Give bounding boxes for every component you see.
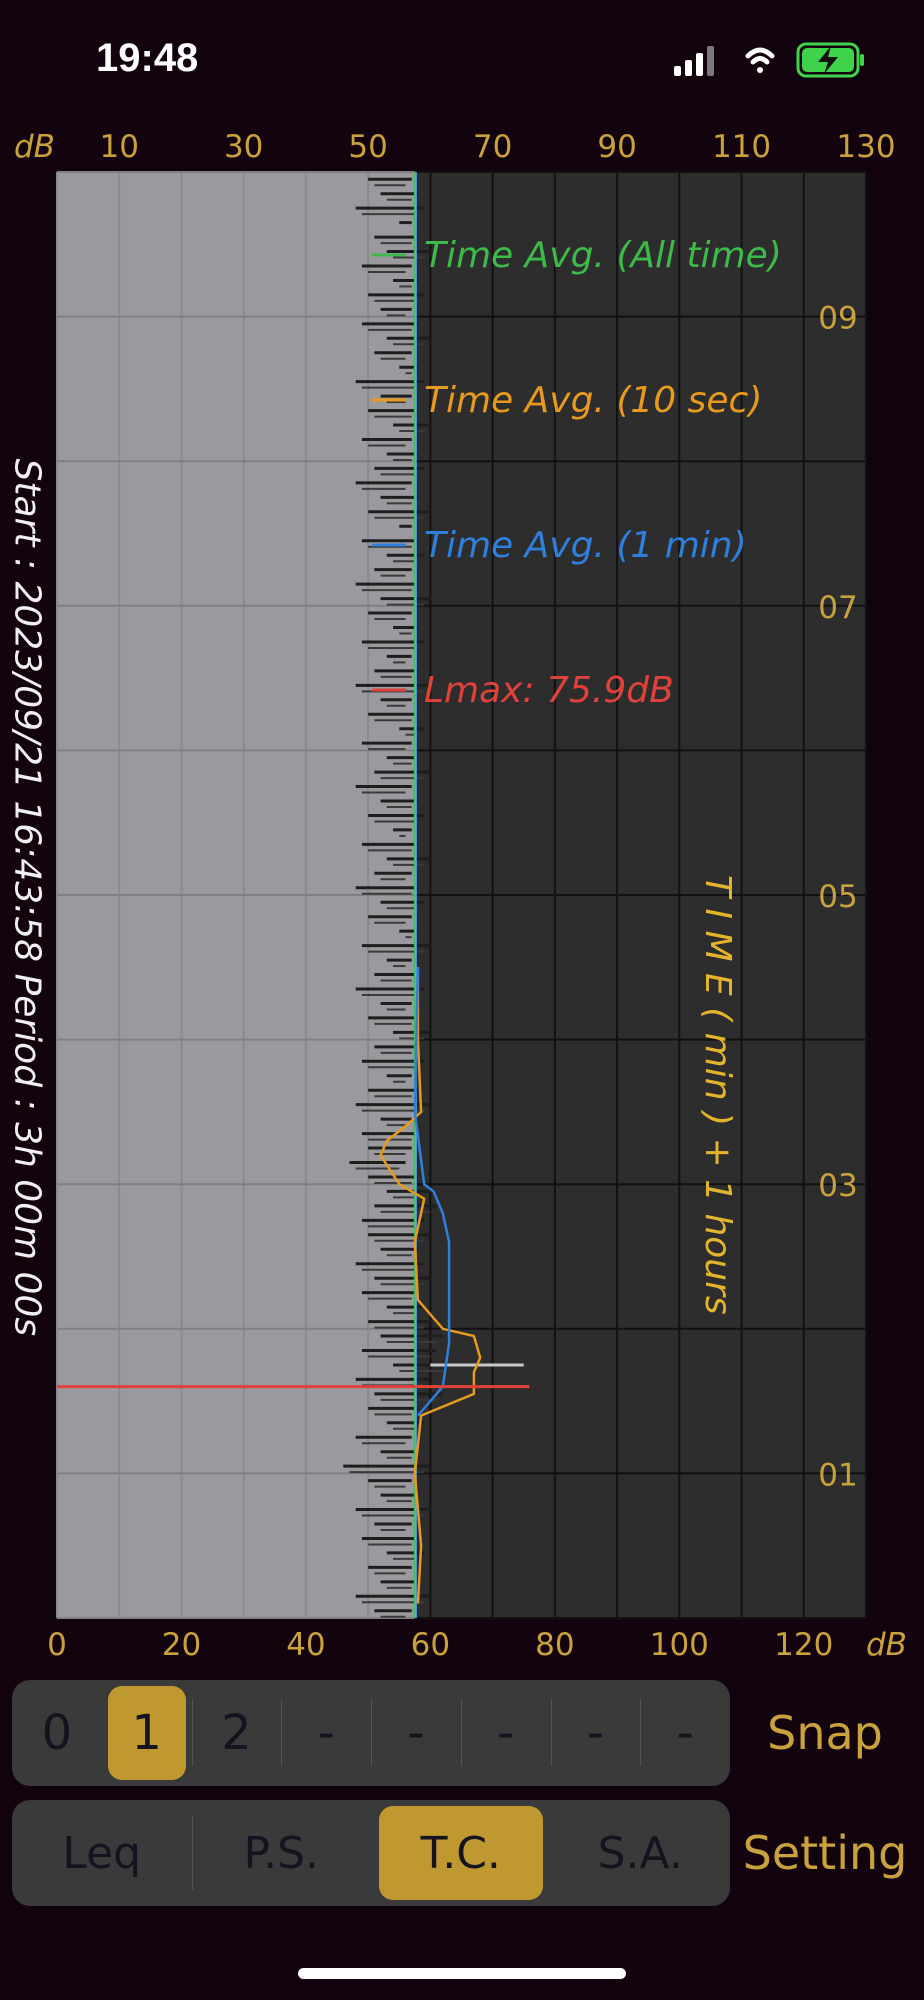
snap-button[interactable]: Snap [740,1680,910,1786]
channel-separator [371,1700,372,1766]
bottom-axis-tick-label: 60 [411,1627,450,1663]
time-axis-tick-label: 09 [818,301,857,337]
top-axis-tick-label: 10 [100,129,139,165]
channel-1[interactable]: 1 [107,1686,186,1780]
bottom-axis-tick-label: 20 [162,1627,201,1663]
top-axis-tick-label: 90 [597,129,636,165]
bottom-axis-tick-label: 0 [47,1627,67,1663]
channel-3[interactable]: - [281,1680,371,1786]
time-axis-tick-label: 07 [818,590,857,626]
time-axis-title: T I M E ( min ) + 1 hours [697,875,738,1315]
top-axis-tick-label: 110 [712,129,771,165]
time-axis-tick-label: 03 [818,1168,857,1204]
channel-5[interactable]: - [461,1680,551,1786]
top-axis-tick-label: 50 [348,129,387,165]
bottom-axis-tick-label: 80 [535,1627,574,1663]
top-axis-tick-label: 30 [224,129,263,165]
channel-0[interactable]: 0 [12,1680,102,1786]
bottom-axis-tick-label: 40 [286,1627,325,1663]
channel-4[interactable]: - [371,1680,461,1786]
channel-separator [550,1700,552,1766]
top-axis-unit: dB [14,129,55,165]
top-axis-tick-label: 130 [836,129,895,165]
home-indicator [298,1968,626,1979]
time-chart[interactable]: Time Avg. (All time) Time Avg. (10 sec) Ti… [0,0,924,1670]
bottom-axis: dB 0 20 40 60 80 100 120 [47,1627,907,1663]
legend-label: Time Avg. (1 min) [424,525,747,566]
mode-tab-0[interactable]: Leq [12,1800,192,1906]
legend-label: Time Avg. (10 sec) [424,380,762,421]
channel-2[interactable]: 2 [192,1680,282,1786]
bottom-axis-tick-label: 100 [650,1627,709,1663]
channel-separator [191,1700,193,1766]
mode-tabs[interactable]: Leq P.S. T.C. S.A. [12,1800,730,1906]
bottom-axis-unit: dB [866,1627,907,1663]
mode-tab-2[interactable]: T.C. [379,1806,543,1900]
legend-label: Lmax: 75.9dB [424,670,674,711]
setting-button[interactable]: Setting [740,1800,910,1906]
channel-separator [460,1700,462,1766]
top-axis-tick-label: 70 [473,129,512,165]
time-axis-tick-label: 05 [818,879,857,915]
mode-tab-3[interactable]: S.A. [551,1800,731,1906]
channel-7[interactable]: - [640,1680,730,1786]
top-axis: dB 10 30 50 70 90 110 130 [14,129,896,165]
channel-6[interactable]: - [551,1680,641,1786]
bottom-axis-tick-label: 120 [774,1627,833,1663]
mode-tab-1[interactable]: P.S. [192,1800,372,1906]
channel-selector[interactable]: 012----- [12,1680,730,1786]
time-axis-tick-label: 01 [818,1457,857,1493]
legend-label: Time Avg. (All time) [424,235,782,276]
channel-separator [640,1700,642,1766]
channel-separator [281,1700,283,1766]
recording-info: Start : 2023/09/21 16:43:58 Period : 3h … [6,458,48,1337]
mode-separator [191,1816,193,1890]
